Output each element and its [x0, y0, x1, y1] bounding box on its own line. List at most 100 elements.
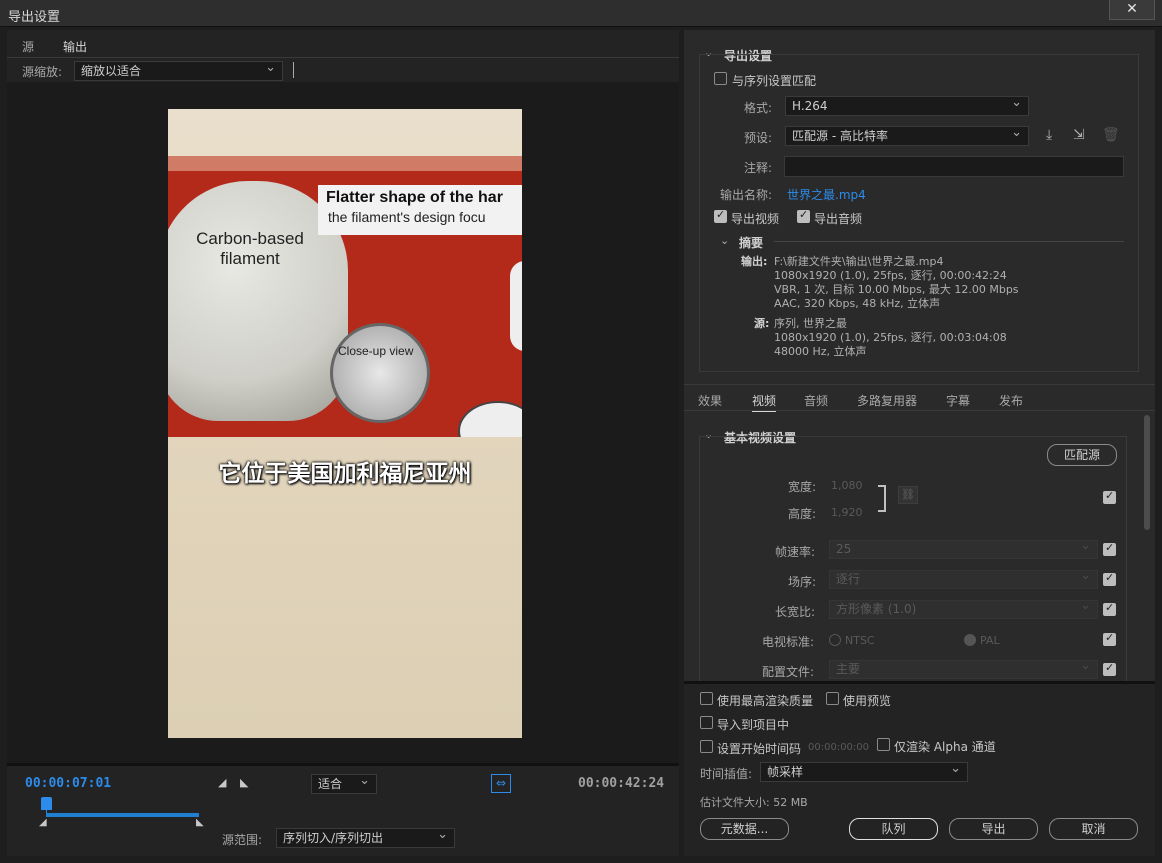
bottom-circle — [458, 401, 522, 437]
framerate-select[interactable]: 25 — [829, 537, 1098, 559]
render-alpha-checkbox[interactable] — [877, 738, 890, 751]
dimensions-override-checkbox[interactable] — [1103, 489, 1116, 504]
use-previews-label: 使用预览 — [843, 694, 892, 708]
callout-text-1: Flatter shape of the har — [326, 189, 503, 206]
summary-output-line-4: AAC, 320 Kbps, 48 kHz, 立体声 — [774, 297, 941, 310]
current-timecode[interactable]: 00:00:07:01 — [25, 776, 111, 791]
width-value: 1,080 — [831, 479, 863, 492]
height-value: 1,920 — [831, 506, 863, 519]
summary-source-line-3: 48000 Hz, 立体声 — [774, 345, 867, 358]
import-into-project-checkbox[interactable] — [700, 716, 713, 729]
close-button[interactable]: ✕ — [1109, 0, 1155, 20]
time-interpolation-label: 时间插值: — [700, 767, 753, 781]
tv-standard-override-checkbox[interactable] — [1103, 631, 1116, 646]
profile-override-checkbox[interactable] — [1103, 661, 1116, 676]
aspect-override-checkbox[interactable] — [1103, 601, 1116, 616]
set-start-timecode-label: 设置开始时间码 — [717, 742, 802, 756]
summary-title: 摘要 — [739, 236, 764, 250]
export-video-checkbox[interactable] — [714, 208, 727, 223]
tab-publish[interactable]: 发布 — [999, 392, 1023, 409]
save-preset-icon[interactable]: ⤓ — [1046, 127, 1052, 143]
format-label: 格式: — [744, 101, 773, 115]
match-source-button[interactable]: 匹配源 — [1047, 444, 1117, 466]
set-in-point-icon[interactable]: ◢ — [218, 776, 226, 789]
window-title: 导出设置 — [8, 10, 61, 25]
export-audio-label: 导出音频 — [814, 212, 863, 226]
output-name-label: 输出名称: — [720, 188, 773, 202]
framerate-override-checkbox[interactable] — [1103, 541, 1116, 556]
link-dimensions-icon[interactable]: ⛓ — [898, 486, 918, 504]
source-scaling-label: 源缩放: — [22, 65, 63, 79]
tab-multiplexer[interactable]: 多路复用器 — [857, 392, 917, 409]
in-point-marker[interactable]: ◢ — [39, 817, 47, 828]
export-button[interactable]: 导出 — [949, 818, 1038, 840]
work-area-bar[interactable] — [46, 813, 199, 817]
field-order-label: 场序: — [788, 575, 817, 589]
render-alpha-label: 仅渲染 Alpha 通道 — [894, 740, 996, 754]
settings-scrollbar-thumb[interactable] — [1144, 415, 1150, 530]
field-order-override-checkbox[interactable] — [1103, 571, 1116, 586]
comment-input[interactable] — [784, 156, 1124, 177]
profile-select[interactable]: 主要 — [829, 657, 1098, 679]
set-out-point-icon[interactable]: ◣ — [240, 776, 248, 789]
use-previews-checkbox[interactable] — [826, 692, 839, 705]
import-into-project-label: 导入到项目中 — [717, 718, 790, 732]
ntsc-radio[interactable] — [829, 634, 841, 646]
export-video-label: 导出视频 — [731, 212, 780, 226]
zoom-fit-select[interactable]: 适合 — [311, 772, 377, 794]
height-label: 高度: — [788, 507, 817, 521]
source-scaling-select[interactable]: 缩放以适合 — [74, 59, 283, 81]
title-bar — [0, 0, 1162, 27]
video-frame-image: Flatter shape of the har the filament's … — [168, 171, 522, 437]
side-bulb — [510, 261, 522, 351]
time-interpolation-select[interactable]: 帧采样 — [760, 760, 968, 782]
collapse-summary-icon[interactable]: ⌄ — [720, 234, 729, 247]
aspect-toggle-icon[interactable]: ⇔ — [491, 774, 511, 793]
framerate-label: 帧速率: — [775, 545, 816, 559]
pal-label: PAL — [980, 634, 1000, 647]
tab-video[interactable]: 视频 — [752, 392, 777, 412]
comment-label: 注释: — [744, 161, 773, 175]
preset-select[interactable]: 匹配源 - 高比特率 — [785, 124, 1029, 146]
end-timecode: 00:00:42:24 — [578, 776, 665, 791]
out-point-marker[interactable]: ◣ — [196, 817, 204, 828]
match-sequence-checkbox[interactable] — [714, 72, 727, 85]
tab-audio[interactable]: 音频 — [804, 392, 828, 409]
video-preview: Flatter shape of the har the filament's … — [168, 109, 522, 738]
set-start-timecode-checkbox[interactable] — [700, 740, 713, 753]
tab-captions[interactable]: 字幕 — [946, 392, 970, 409]
closeup-label: Close-up view — [338, 344, 414, 358]
start-timecode-value[interactable]: 00:00:00:00 — [808, 742, 869, 753]
queue-button[interactable]: 队列 — [849, 818, 938, 840]
tabs-divider-top — [684, 384, 1155, 385]
cancel-button[interactable]: 取消 — [1049, 818, 1138, 840]
summary-output-label: 输出: — [741, 255, 768, 268]
bulb-label: Carbon-based filament — [196, 229, 304, 268]
width-label: 宽度: — [788, 480, 817, 494]
tab-divider — [7, 57, 679, 58]
delete-preset-icon[interactable]: 🗑 — [1102, 127, 1120, 143]
format-select[interactable]: H.264 — [785, 94, 1029, 116]
closeup-circle — [330, 323, 430, 423]
pal-radio[interactable] — [964, 634, 976, 646]
source-range-select[interactable]: 序列切入/序列切出 — [276, 826, 455, 848]
playhead-handle[interactable] — [41, 797, 52, 810]
ntsc-label: NTSC — [845, 634, 875, 647]
metadata-button[interactable]: 元数据... — [700, 818, 789, 840]
output-name-link[interactable]: 世界之最.mp4 — [787, 186, 866, 203]
import-preset-icon[interactable]: ⇲ — [1073, 127, 1085, 143]
field-order-select[interactable]: 逐行 — [829, 567, 1098, 589]
text-cursor — [293, 62, 294, 78]
profile-label: 配置文件: — [762, 665, 815, 679]
preset-label: 预设: — [744, 131, 773, 145]
tab-effects[interactable]: 效果 — [698, 392, 722, 409]
export-audio-checkbox[interactable] — [797, 208, 810, 223]
video-subtitle: 它位于美国加利福尼亚州 — [218, 461, 472, 487]
max-render-quality-checkbox[interactable] — [700, 692, 713, 705]
tab-source[interactable]: 源 — [22, 38, 34, 55]
tabs-divider-bottom — [684, 410, 1155, 411]
estimated-file-size: 估计文件大小: 52 MB — [700, 796, 808, 809]
tv-standard-label: 电视标准: — [762, 635, 815, 649]
aspect-select[interactable]: 方形像素 (1.0) — [829, 597, 1098, 619]
tab-output[interactable]: 输出 — [63, 38, 88, 58]
